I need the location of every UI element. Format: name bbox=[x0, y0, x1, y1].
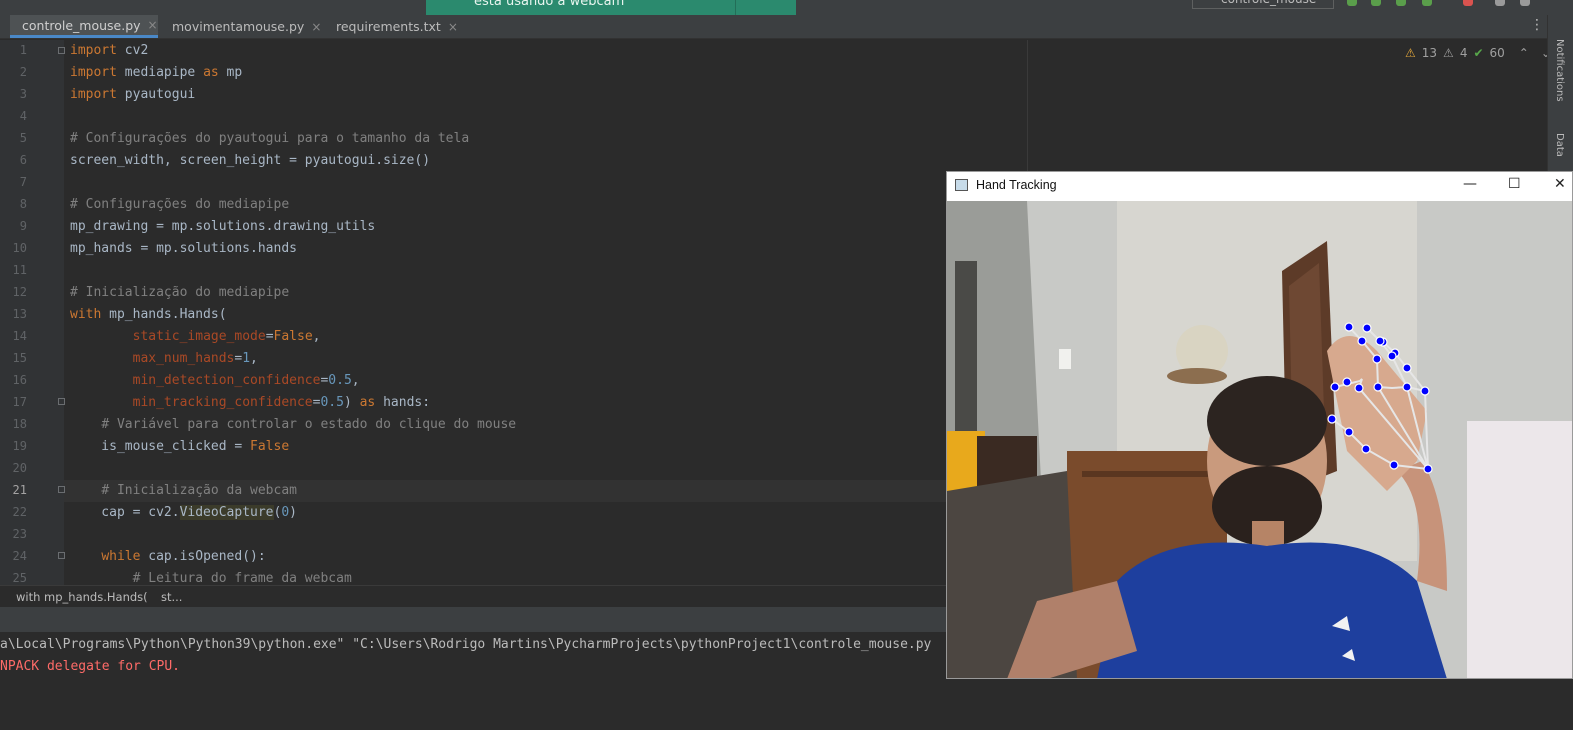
tab-requirements[interactable]: requirements.txt × bbox=[324, 15, 458, 38]
database-panel-button[interactable]: Data bbox=[1554, 133, 1565, 157]
coverage-icon[interactable] bbox=[1396, 0, 1406, 6]
close-icon[interactable]: × bbox=[448, 20, 458, 34]
window-title: Hand Tracking bbox=[976, 178, 1057, 192]
code-line: min_tracking_confidence=0.5) as hands: bbox=[132, 395, 431, 410]
settings-icon[interactable] bbox=[1520, 0, 1530, 6]
breadcrumb-item[interactable]: st... bbox=[161, 590, 182, 604]
line-number: 5 bbox=[19, 131, 27, 145]
code-line: is_mouse_clicked = False bbox=[70, 439, 290, 454]
tab-label: requirements.txt bbox=[336, 19, 441, 34]
line-number: 19 bbox=[12, 439, 27, 453]
code-line: import mediapipe as mp bbox=[70, 65, 243, 80]
line-number: 9 bbox=[19, 219, 27, 233]
close-icon[interactable]: × bbox=[311, 20, 321, 34]
line-number: 11 bbox=[12, 263, 27, 277]
line-number: 10 bbox=[12, 241, 27, 255]
console-line: a\Local\Programs\Python\Python39\python.… bbox=[0, 637, 932, 652]
weak-warning-icon: ⚠ bbox=[1443, 46, 1454, 60]
hand-tracking-window[interactable]: Hand Tracking — ☐ ✕ bbox=[946, 171, 1573, 679]
window-titlebar[interactable]: Hand Tracking — ☐ ✕ bbox=[947, 172, 1572, 201]
line-number: 15 bbox=[12, 351, 27, 365]
line-number: 8 bbox=[19, 197, 27, 211]
line-number: 6 bbox=[19, 153, 27, 167]
line-number: 13 bbox=[12, 307, 27, 321]
code-line: mp_drawing = mp.solutions.drawing_utils bbox=[70, 219, 376, 234]
close-icon[interactable]: ✕ bbox=[1554, 176, 1566, 192]
run-config-selector[interactable]: controle_mouse bbox=[1192, 0, 1334, 9]
debug-icon[interactable] bbox=[1371, 0, 1381, 6]
inspection-widget[interactable]: ⚠ 13 ⚠ 4 ✔ 60 ⌃ ⌄ bbox=[1405, 46, 1551, 60]
code-line: max_num_hands=1, bbox=[132, 351, 258, 366]
search-icon[interactable] bbox=[1495, 0, 1505, 6]
code-line: with mp_hands.Hands( bbox=[70, 307, 227, 322]
fold-icon[interactable] bbox=[58, 552, 65, 559]
line-number: 21 bbox=[12, 483, 27, 497]
code-line: # Leitura do frame da webcam bbox=[132, 571, 352, 586]
webcam-feed bbox=[947, 201, 1572, 678]
fold-icon[interactable] bbox=[58, 486, 65, 493]
notifications-panel-button[interactable]: Notifications bbox=[1554, 39, 1565, 102]
line-number: 3 bbox=[19, 87, 27, 101]
window-app-icon bbox=[955, 179, 968, 191]
line-number: 7 bbox=[19, 175, 27, 189]
minimize-icon[interactable]: — bbox=[1463, 176, 1477, 192]
line-number: 2 bbox=[19, 65, 27, 79]
tab-movimentamouse[interactable]: movimentamouse.py × bbox=[160, 15, 321, 38]
stop-icon[interactable] bbox=[1463, 0, 1473, 6]
toast-text: está usando a webcam bbox=[474, 0, 625, 9]
warning-icon: ⚠ bbox=[1405, 46, 1416, 60]
code-line: # Inicialização do mediapipe bbox=[70, 285, 290, 300]
line-number: 16 bbox=[12, 373, 27, 387]
rerun-icon[interactable] bbox=[1422, 0, 1432, 6]
run-panel-header bbox=[0, 607, 946, 632]
code-line: # Configurações do mediapipe bbox=[70, 197, 290, 212]
fold-icon[interactable] bbox=[58, 398, 65, 405]
tab-controle-mouse[interactable]: controle_mouse.py × bbox=[10, 15, 158, 38]
code-line: # Inicialização da webcam bbox=[101, 483, 297, 498]
line-number: 17 bbox=[12, 395, 27, 409]
line-number: 24 bbox=[12, 549, 27, 563]
code-line: cap = cv2.VideoCapture(0) bbox=[70, 505, 297, 520]
code-line: while cap.isOpened(): bbox=[101, 549, 266, 564]
line-number: 18 bbox=[12, 417, 27, 431]
weak-warning-count: 4 bbox=[1459, 46, 1468, 60]
line-number: 14 bbox=[12, 329, 27, 343]
maximize-icon[interactable]: ☐ bbox=[1508, 176, 1521, 192]
line-number: 4 bbox=[19, 109, 27, 123]
line-number: 12 bbox=[12, 285, 27, 299]
breadcrumb-item[interactable]: with mp_hands.Hands( bbox=[16, 590, 148, 604]
console-error-line: NPACK delegate for CPU. bbox=[0, 659, 181, 674]
breadcrumb: with mp_hands.Hands( st... bbox=[0, 585, 946, 608]
typo-count: 60 bbox=[1489, 46, 1505, 60]
code-line: # Configurações do pyautogui para o tama… bbox=[70, 131, 470, 146]
tab-label: controle_mouse.py bbox=[22, 17, 141, 33]
line-number: 25 bbox=[12, 571, 27, 585]
warning-count: 13 bbox=[1421, 46, 1438, 60]
code-line: static_image_mode=False, bbox=[132, 329, 321, 344]
line-number: 1 bbox=[19, 43, 27, 57]
line-number: 22 bbox=[12, 505, 27, 519]
code-line: min_detection_confidence=0.5, bbox=[132, 373, 360, 388]
line-number: 23 bbox=[12, 527, 27, 541]
code-line: import cv2 bbox=[70, 43, 149, 58]
code-line: mp_hands = mp.solutions.hands bbox=[70, 241, 297, 256]
webcam-scene bbox=[947, 201, 1572, 678]
more-options-icon[interactable]: ⋮ bbox=[1530, 17, 1544, 33]
run-config-label: controle_mouse bbox=[1221, 0, 1316, 6]
close-icon[interactable]: × bbox=[148, 18, 158, 32]
code-line: # Variável para controlar o estado do cl… bbox=[101, 417, 517, 432]
fold-icon[interactable] bbox=[58, 47, 65, 54]
tab-label: movimentamouse.py bbox=[172, 19, 305, 34]
run-icon[interactable] bbox=[1347, 0, 1357, 6]
line-number: 20 bbox=[12, 461, 27, 475]
editor-tab-bar: controle_mouse.py × movimentamouse.py × … bbox=[0, 15, 1573, 39]
typo-check-icon: ✔ bbox=[1473, 46, 1484, 60]
chevron-up-icon[interactable]: ⌃ bbox=[1519, 46, 1529, 60]
code-line: import pyautogui bbox=[70, 87, 196, 102]
code-line: screen_width, screen_height = pyautogui.… bbox=[70, 153, 431, 168]
